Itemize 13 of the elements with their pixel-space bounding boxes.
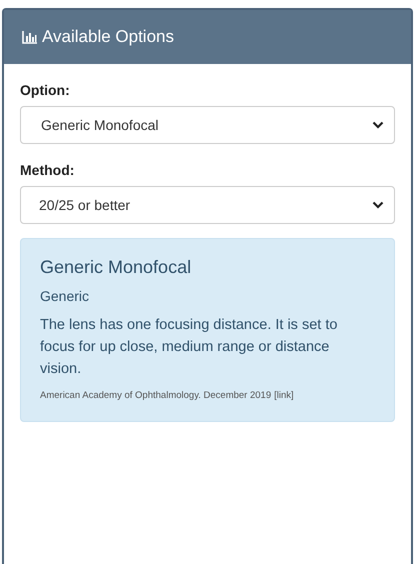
chevron-down-icon <box>372 121 384 129</box>
panel-title: Available Options <box>42 27 174 47</box>
info-description: The lens has one focusing distance. It is set to focus for up close, medium range or distance vision. <box>40 316 338 379</box>
dropdown[interactable]: 20/25 or better <box>20 186 395 224</box>
info-subtitle: Generic <box>40 288 90 304</box>
info-title: Generic Monofocal <box>40 257 192 278</box>
field-label: Method: <box>20 162 76 178</box>
dropdown[interactable]: Generic Monofocal <box>20 106 395 144</box>
bar-chart-icon <box>22 30 38 44</box>
citation-link[interactable]: [link] <box>274 390 294 401</box>
chevron-down-icon <box>372 201 384 209</box>
field-label: Option: <box>20 82 71 98</box>
citation: American Academy of Ophthalmology. December 2019 <box>40 390 272 401</box>
